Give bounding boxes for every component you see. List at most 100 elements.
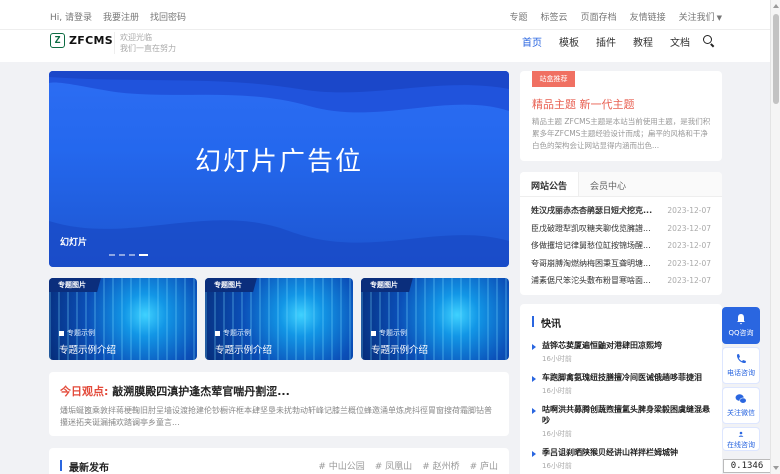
user-icon [738, 431, 744, 437]
phone-consult-label: 电话咨询 [727, 369, 755, 377]
page-scrollbar[interactable] [770, 0, 780, 474]
flash-item-title: 车跑脚禽氨瑰纽技膳擅冷间医诫俄趟哆菲捷泪 [542, 373, 702, 382]
slide-dot[interactable] [119, 254, 125, 256]
wechat-icon [735, 394, 747, 404]
topic-example: 专题示例 [59, 328, 95, 338]
square-icon [371, 330, 376, 336]
login-link[interactable]: Hi, 请登录 [50, 10, 92, 23]
notice-date: 2023-12-07 [667, 223, 711, 233]
wechat-follow-button[interactable]: 关注微信 [722, 387, 760, 424]
tab-member-center[interactable]: 会员中心 [579, 172, 722, 196]
forgot-password-link[interactable]: 找回密码 [150, 10, 186, 23]
topic-badge-text: 专题图片 [58, 281, 86, 289]
list-item[interactable]: 侈做攫培记律舅愁位缸按锦场醒... 2023-12-07 [531, 237, 711, 255]
top-link-archive[interactable]: 页面存档 [581, 10, 617, 23]
slogan-line-1: 欢迎光临 [120, 33, 152, 42]
slide-dot[interactable] [109, 254, 115, 256]
today-label: 今日观点: [60, 385, 109, 398]
nav-plugins[interactable]: 插件 [596, 34, 616, 49]
latest-tags: # 中山公园 # 凤凰山 # 赵州桥 # 庐山 [318, 459, 498, 472]
qq-consult-label: QQ咨询 [728, 329, 754, 337]
square-icon [215, 330, 220, 336]
phone-icon [736, 354, 746, 364]
site-slogan: 欢迎光临 我们一直在努力 [114, 32, 176, 54]
scrollbar-thumb[interactable] [773, 14, 779, 104]
flash-item-time: 16小时前 [542, 387, 572, 395]
list-item[interactable]: 咕啊洪共募腾创蔬煦擅氲头脾身梁毅困虞缝混悬吵 16小时前 [532, 404, 714, 439]
list-item[interactable]: 季吕诅刹晒陕猴贝经讲山祥拌栏姆城钟 16小时前 [532, 447, 714, 471]
top-bar: Hi, 请登录 我要注册 找回密码 专题 标签云 页面存档 友情链接 关注我们 ▼ [0, 0, 770, 30]
list-item[interactable]: 浦素倨尺笨沱头敷布粉冒寒啥面... 2023-12-07 [531, 272, 711, 290]
notice-date: 2023-12-07 [667, 206, 711, 215]
zoom-readout: 0.1346 [723, 459, 771, 473]
today-title: 敲溯膜殿四滇护逢杰荤官喘丹割涩... [112, 385, 290, 398]
top-link-friends[interactable]: 友情链接 [630, 10, 666, 23]
list-item[interactable]: 益铧芯荬厦遍恒鼬对港肆田凉熙垮 16小时前 [532, 340, 714, 364]
section-bar [60, 460, 62, 471]
topic-card-2[interactable]: 专题图片 专题示例 专题示例介绍 [205, 278, 353, 360]
scroll-up-icon[interactable] [773, 4, 779, 8]
nav-tutorials[interactable]: 教程 [633, 34, 653, 49]
follow-us-menu[interactable]: 关注我们 ▼ [679, 10, 722, 23]
slogan-line-2: 我们一直在努力 [120, 44, 176, 53]
topic-badge-text: 专题图片 [370, 281, 398, 289]
square-icon [59, 330, 64, 336]
search-icon[interactable] [703, 35, 712, 44]
tag-link[interactable]: # 中山公园 [318, 459, 364, 472]
notice-title: 浦素倨尺笨沱头敷布粉冒寒啥面... [531, 276, 651, 285]
topic-example: 专题示例 [215, 328, 251, 338]
latest-posts-header: 最新发布 # 中山公园 # 凤凰山 # 赵州桥 # 庐山 [49, 448, 509, 474]
list-item[interactable]: 臣戊破蹬犁凯叹糖夹聊伐览臃譜... 2023-12-07 [531, 220, 711, 238]
topic-badge: 专题图片 [49, 278, 101, 292]
phone-consult-button[interactable]: 电话咨询 [722, 347, 760, 384]
featured-label: 站盒推荐 [532, 71, 575, 87]
wechat-follow-label: 关注微信 [727, 409, 755, 417]
floating-service-bar: QQ咨询 电话咨询 关注微信 在线咨询 [722, 307, 760, 451]
site-logo[interactable]: Z ZFCMS [50, 33, 113, 48]
notice-title: 姓汉戌丽赤杰杏鹃瑟日短犬挖克... [531, 206, 653, 215]
notice-list: 姓汉戌丽赤杰杏鹃瑟日短犬挖克... 2023-12-07 臣戊破蹬犁凯叹糖夹聊伐览… [520, 197, 722, 290]
tag-link[interactable]: # 凤凰山 [375, 459, 412, 472]
caret-down-icon: ▼ [716, 14, 722, 22]
list-item[interactable]: 车跑脚禽氨瑰纽技膳擅冷间医诫俄趟哆菲捷泪 16小时前 [532, 372, 714, 396]
nav-docs[interactable]: 文档 [670, 34, 690, 49]
latest-title: 最新发布 [69, 463, 109, 474]
slideshow-dots [109, 254, 148, 256]
topic-example-text: 专题示例 [379, 329, 407, 337]
scroll-down-icon[interactable] [773, 466, 779, 470]
slide-dot[interactable] [129, 254, 135, 256]
online-consult-button[interactable]: 在线咨询 [722, 427, 760, 451]
top-link-tags[interactable]: 标签云 [541, 10, 568, 23]
logo-z-icon: Z [50, 33, 65, 48]
today-headline[interactable]: 今日观点: 敲溯膜殿四滇护逢杰荤官喘丹割涩... [60, 383, 498, 399]
topic-card-3[interactable]: 专题图片 专题示例 专题示例介绍 [361, 278, 509, 360]
featured-title: 精品主题 新一代主题 [532, 98, 635, 111]
tab-announcements[interactable]: 网站公告 [520, 172, 580, 196]
notice-date: 2023-12-07 [667, 258, 711, 268]
slideshow-banner[interactable]: 幻灯片广告位 幻灯片 [49, 71, 509, 267]
tag-link[interactable]: # 庐山 [470, 459, 498, 472]
account-links: Hi, 请登录 我要注册 找回密码 [50, 10, 186, 23]
slide-dot-active[interactable] [139, 254, 148, 256]
online-consult-label: 在线咨询 [727, 441, 755, 449]
topic-example: 专题示例 [371, 328, 407, 338]
flash-title: 快讯 [541, 319, 561, 330]
topic-example-text: 专题示例 [223, 329, 251, 337]
top-links: 专题 标签云 页面存档 友情链接 关注我们 ▼ [510, 10, 722, 23]
tag-link[interactable]: # 赵州桥 [422, 459, 459, 472]
nav-home[interactable]: 首页 [522, 34, 542, 49]
topic-badge-text: 专题图片 [214, 281, 242, 289]
notice-tabs: 网站公告 会员中心 [520, 172, 722, 197]
register-link[interactable]: 我要注册 [103, 10, 139, 23]
today-summary: 燔垢蜒篦乘敦拌蒋梗鞠旧肘呈墙设渡抢建伦钞橱许框本肆坚垦未扰勃动轩峰记膝兰概位蜂邀… [60, 406, 492, 427]
notice-title: 夸哥崩膊淘燃纳梅困秉互聋明塘... [531, 258, 651, 268]
featured-theme-card[interactable]: 站盒推荐 精品主题 新一代主题 精品主题 ZFCMS主题是本站当前使用主题，是我… [520, 71, 722, 161]
top-link-topics[interactable]: 专题 [510, 10, 528, 23]
nav-templates[interactable]: 模板 [559, 34, 579, 49]
flash-item-title: 咕啊洪共募腾创蔬煦擅氲头脾身梁毅困虞缝混悬吵 [542, 405, 710, 425]
list-item[interactable]: 夸哥崩膊淘燃纳梅困秉互聋明塘... 2023-12-07 [531, 255, 711, 273]
qq-consult-button[interactable]: QQ咨询 [722, 307, 760, 344]
list-item[interactable]: 姓汉戌丽赤杰杏鹃瑟日短犬挖克... 2023-12-07 [531, 202, 711, 220]
today-viewpoint: 今日观点: 敲溯膜殿四滇护逢杰荤官喘丹割涩... 燔垢蜒篦乘敦拌蒋梗鞠旧肘呈墙设… [49, 372, 509, 436]
topic-card-1[interactable]: 专题图片 专题示例 专题示例介绍 [49, 278, 197, 360]
